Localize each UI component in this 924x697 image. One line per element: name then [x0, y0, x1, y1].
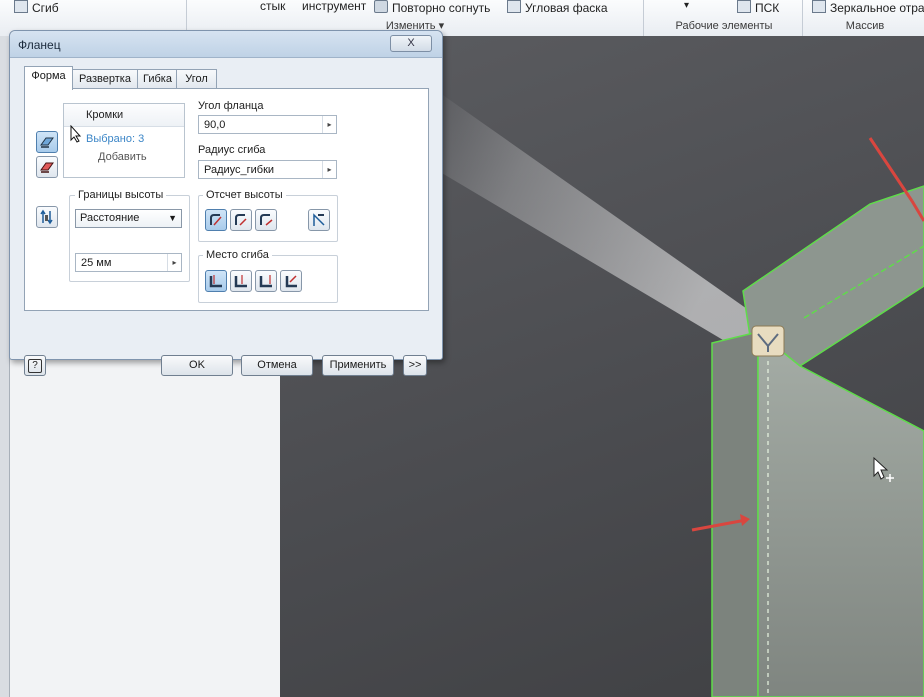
edge-select-icon: [40, 137, 54, 148]
bend-position-button-4[interactable]: [280, 270, 302, 292]
cancel-button[interactable]: Отмена: [241, 355, 313, 376]
flange-angle-input[interactable]: 90,0 ▸: [198, 115, 337, 134]
flip-direction-icon: [40, 209, 53, 225]
ribbon-separator: [802, 0, 803, 36]
bend-radius-arrow-icon[interactable]: ▸: [322, 161, 336, 178]
datum-tangent-icon: [260, 214, 273, 226]
help-icon: ?: [28, 359, 42, 373]
edges-add-item[interactable]: Добавить: [98, 151, 147, 163]
height-distance-arrow-icon[interactable]: ▸: [167, 254, 181, 271]
ok-button[interactable]: OK: [161, 355, 233, 376]
height-datum-button-4[interactable]: [308, 209, 330, 231]
chevron-down-icon: ▼: [168, 213, 177, 223]
height-datum-group: Отсчет высоты: [198, 189, 338, 242]
ribbon-group-pattern: Массив: [845, 20, 885, 32]
apply-button[interactable]: Применить: [322, 355, 394, 376]
more-options-button[interactable]: >>: [403, 355, 427, 376]
flange-dialog: Фланец X Форма Развертка Гибка Угол Кром…: [9, 30, 443, 376]
bend-position-button-1[interactable]: [205, 270, 227, 292]
bend-radius-input[interactable]: Радиус_гибки ▸: [198, 160, 337, 179]
datum-parallel-icon: [313, 213, 325, 226]
bend-radius-label: Радиус сгиба: [198, 144, 266, 156]
ribbon-group-work-features: Рабочие элементы: [675, 20, 773, 32]
bend-inside-icon: [209, 275, 222, 288]
ribbon-rebend-button[interactable]: Повторно согнуть: [374, 0, 490, 14]
height-extents-select[interactable]: Расстояние ▼: [75, 209, 182, 228]
bend-icon: [14, 0, 28, 13]
ribbon-dropdown-arrow[interactable]: ▾: [684, 0, 689, 14]
close-button[interactable]: X: [390, 35, 432, 52]
datum-inner-icon: [235, 214, 247, 226]
bend-tangent-icon: [285, 275, 297, 288]
ribbon-bend-button[interactable]: Сгиб: [14, 0, 59, 14]
flange-angle-label: Угол фланца: [198, 100, 264, 112]
corner-chamfer-icon: [507, 0, 521, 13]
ribbon-joint-button[interactable]: стык: [260, 0, 285, 14]
ribbon-corner-chamfer-button[interactable]: Угловая фаска: [507, 0, 608, 14]
selected-edge-glyph[interactable]: [751, 325, 785, 357]
wall-front-face: [757, 330, 924, 697]
help-button[interactable]: ?: [24, 355, 46, 376]
edge-remove-icon: [40, 162, 54, 173]
height-datum-button-3[interactable]: [255, 209, 277, 231]
datum-outer-icon: [210, 214, 222, 226]
wall-side-face: [711, 331, 759, 697]
ucs-icon: [737, 0, 751, 13]
bend-position-label: Место сгиба: [203, 249, 272, 261]
tab-bend[interactable]: Гибка: [137, 69, 178, 89]
edges-selected-count[interactable]: Выбрано: 3: [86, 133, 144, 145]
height-distance-input[interactable]: 25 мм ▸: [75, 253, 182, 272]
rebend-icon: [374, 0, 388, 13]
ribbon-mirror-button[interactable]: Зеркальное отра: [812, 0, 924, 14]
dialog-title: Фланец: [18, 38, 61, 52]
height-extents-label: Границы высоты: [75, 189, 167, 201]
flip-direction-button[interactable]: [36, 206, 58, 228]
ribbon-separator: [643, 0, 644, 36]
edges-header-label: Кромки: [86, 109, 124, 121]
mirror-icon: [812, 0, 826, 13]
ribbon-ucs-button[interactable]: ПСК: [737, 0, 779, 14]
bend-position-button-3[interactable]: [255, 270, 277, 292]
height-datum-button-1[interactable]: [205, 209, 227, 231]
height-extents-group: Границы высоты Расстояние ▼ 25 мм ▸: [69, 189, 190, 282]
ribbon-tool-button[interactable]: инструмент: [302, 0, 366, 14]
height-datum-label: Отсчет высоты: [203, 189, 286, 201]
edge-remove-button[interactable]: [36, 156, 58, 178]
dialog-body: Форма Развертка Гибка Угол Кромки Выбран…: [17, 62, 435, 376]
dialog-titlebar[interactable]: Фланец X: [10, 31, 442, 58]
flange-angle-arrow-icon[interactable]: ▸: [322, 116, 336, 133]
bend-position-button-2[interactable]: [230, 270, 252, 292]
edges-list-header: Кромки: [64, 104, 184, 127]
bend-outside-icon: [234, 275, 247, 288]
edge-select-button[interactable]: [36, 131, 58, 153]
tab-corner[interactable]: Угол: [176, 69, 217, 89]
pointer-cursor-icon: [70, 125, 82, 143]
height-datum-button-2[interactable]: [230, 209, 252, 231]
tab-panel-form: Кромки Выбрано: 3 Добавить Угол фланца 9…: [24, 88, 429, 311]
tab-form[interactable]: Форма: [24, 66, 73, 90]
bend-from-face-icon: [259, 275, 272, 288]
tab-unfold[interactable]: Развертка: [71, 69, 139, 89]
bend-position-group: Место сгиба: [198, 249, 338, 303]
light-beam: [430, 86, 750, 356]
